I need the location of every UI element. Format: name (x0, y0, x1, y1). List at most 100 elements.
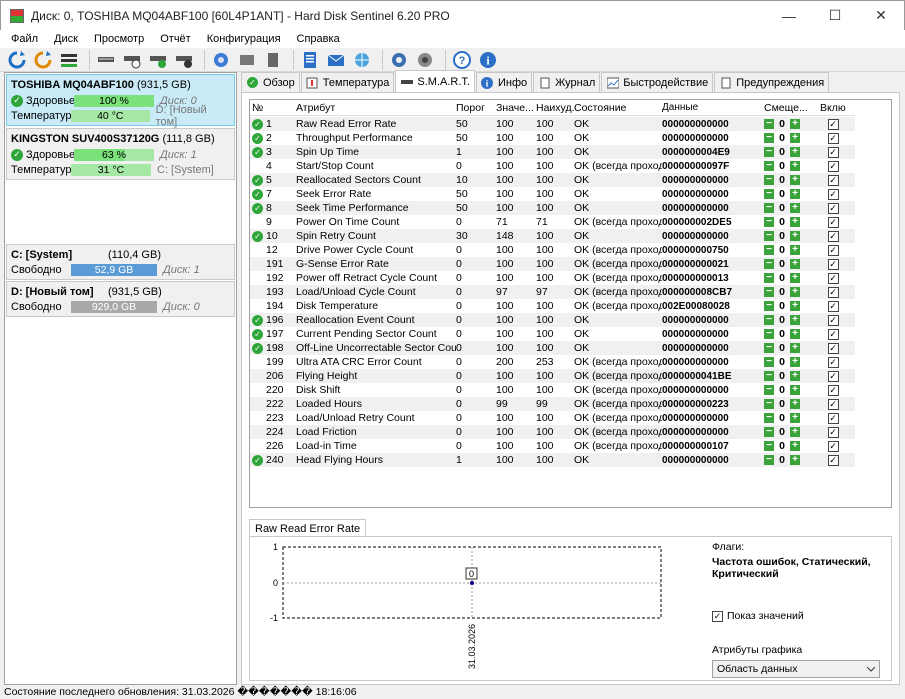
offset-plus-button[interactable]: + (790, 287, 800, 297)
enabled-checkbox[interactable]: ✓ (827, 370, 839, 382)
network-icon[interactable] (351, 49, 373, 71)
table-row[interactable]: ✓ 5 Reallocated Sectors Count 10 100 100 OK 000… (250, 173, 855, 187)
table-row[interactable]: ✓ 240 Head Flying Hours 1 100 100 OK 0000000000… (250, 453, 855, 467)
offset-minus-button[interactable]: − (764, 161, 774, 171)
offset-plus-button[interactable]: + (790, 147, 800, 157)
table-row[interactable]: 4 Start/Stop Count 0 100 100 OK (всегда прохо… (250, 159, 855, 173)
enabled-checkbox[interactable]: ✓ (827, 132, 839, 144)
enabled-checkbox[interactable]: ✓ (827, 244, 839, 256)
disk-card[interactable]: TOSHIBA MQ04ABF100 (931,5 GB) ✓ Здоровье… (6, 74, 235, 128)
offset-minus-button[interactable]: − (764, 399, 774, 409)
table-row[interactable]: 206 Flying Height 0 100 100 OK (всегда проход… (250, 369, 855, 383)
offset-minus-button[interactable]: − (764, 189, 774, 199)
offset-minus-button[interactable]: − (764, 175, 774, 185)
table-row[interactable]: 9 Power On Time Count 0 71 71 OK (всегда прох… (250, 215, 855, 229)
table-row[interactable]: ✓ 7 Seek Error Rate 50 100 100 OK 000000000000−… (250, 187, 855, 201)
col-number[interactable]: № (250, 102, 296, 114)
menu-disk[interactable]: Диск (46, 33, 86, 45)
sound-icon[interactable] (414, 49, 436, 71)
enabled-checkbox[interactable]: ✓ (827, 356, 839, 368)
enabled-checkbox[interactable]: ✓ (827, 188, 839, 200)
close-button[interactable]: ✕ (858, 1, 904, 31)
offset-plus-button[interactable]: + (790, 329, 800, 339)
graph-tab[interactable]: Raw Read Error Rate (249, 519, 367, 537)
offset-plus-button[interactable]: + (790, 427, 800, 437)
enabled-checkbox[interactable]: ✓ (827, 314, 839, 326)
offset-minus-button[interactable]: − (764, 371, 774, 381)
offset-plus-button[interactable]: + (790, 399, 800, 409)
offset-plus-button[interactable]: + (790, 371, 800, 381)
offset-minus-button[interactable]: − (764, 147, 774, 157)
disk-icon[interactable] (95, 49, 117, 71)
offset-plus-button[interactable]: + (790, 455, 800, 465)
offset-plus-button[interactable]: + (790, 133, 800, 143)
menu-view[interactable]: Просмотр (86, 33, 152, 45)
offset-minus-button[interactable]: − (764, 357, 774, 367)
settings-icon[interactable] (388, 49, 410, 71)
enabled-checkbox[interactable]: ✓ (827, 454, 839, 466)
table-row[interactable]: ✓ 197 Current Pending Sector Count 0 100 100 O… (250, 327, 855, 341)
table-row[interactable]: ✓ 198 Off-Line Uncorrectable Sector Count 0… (250, 341, 855, 355)
col-attribute[interactable]: Атрибут (296, 102, 456, 114)
table-row[interactable]: 194 Disk Temperature 0 100 100 OK (всегда про… (250, 299, 855, 313)
table-row[interactable]: 222 Loaded Hours 0 99 99 OK (всегда проходит)… (250, 397, 855, 411)
refresh-all-icon[interactable] (32, 49, 54, 71)
offset-plus-button[interactable]: + (790, 161, 800, 171)
col-offset[interactable]: Смеще... (764, 102, 820, 114)
offset-plus-button[interactable]: + (790, 245, 800, 255)
table-row[interactable]: ✓ 8 Seek Time Performance 50 100 100 OK 0000000… (250, 201, 855, 215)
disk-check-icon[interactable] (147, 49, 169, 71)
tab-log[interactable]: Журнал (533, 72, 601, 92)
offset-minus-button[interactable]: − (764, 329, 774, 339)
offset-minus-button[interactable]: − (764, 455, 774, 465)
disk-card[interactable]: KINGSTON SUV400S37120G (111,8 GB) ✓ Здор… (6, 128, 235, 180)
table-row[interactable]: 192 Power off Retract Cycle Count 0 100 100 O… (250, 271, 855, 285)
offset-plus-button[interactable]: + (790, 259, 800, 269)
enabled-checkbox[interactable]: ✓ (827, 272, 839, 284)
tab-smart[interactable]: S.M.A.R.T. (395, 70, 475, 92)
table-row[interactable]: 224 Load Friction 0 100 100 OK (всегда проход… (250, 425, 855, 439)
disk-list-icon[interactable] (58, 49, 80, 71)
enabled-checkbox[interactable]: ✓ (827, 426, 839, 438)
col-data[interactable]: Данные (662, 102, 764, 113)
enabled-checkbox[interactable]: ✓ (827, 202, 839, 214)
enabled-checkbox[interactable]: ✓ (827, 440, 839, 452)
hdd-info-icon[interactable] (210, 49, 232, 71)
offset-minus-button[interactable]: − (764, 273, 774, 283)
tab-warnings[interactable]: Предупреждения (714, 72, 830, 92)
offset-minus-button[interactable]: − (764, 385, 774, 395)
minimize-button[interactable]: — (766, 1, 812, 31)
offset-minus-button[interactable]: − (764, 231, 774, 241)
enabled-checkbox[interactable]: ✓ (827, 412, 839, 424)
offset-plus-button[interactable]: + (790, 413, 800, 423)
enabled-checkbox[interactable]: ✓ (827, 328, 839, 340)
offset-plus-button[interactable]: + (790, 231, 800, 241)
table-row[interactable]: ✓ 10 Spin Retry Count 30 148 100 OK 00000000000… (250, 229, 855, 243)
chart-attributes-select[interactable]: Область данных (712, 660, 880, 678)
offset-plus-button[interactable]: + (790, 273, 800, 283)
offset-minus-button[interactable]: − (764, 133, 774, 143)
offset-minus-button[interactable]: − (764, 119, 774, 129)
offset-plus-button[interactable]: + (790, 301, 800, 311)
hdd-tools-icon[interactable] (236, 49, 258, 71)
disk-schedule-icon[interactable] (121, 49, 143, 71)
info-icon[interactable]: i (477, 49, 499, 71)
menu-file[interactable]: Файл (3, 33, 46, 45)
offset-plus-button[interactable]: + (790, 119, 800, 129)
col-enabled[interactable]: Вклю... (820, 102, 846, 114)
tab-info[interactable]: i Инфо (475, 72, 533, 92)
enabled-checkbox[interactable]: ✓ (827, 118, 839, 130)
offset-plus-button[interactable]: + (790, 385, 800, 395)
offset-minus-button[interactable]: − (764, 441, 774, 451)
tab-performance[interactable]: Быстродействие (601, 72, 714, 92)
enabled-checkbox[interactable]: ✓ (827, 230, 839, 242)
col-state[interactable]: Состояние (574, 102, 662, 114)
table-row[interactable]: 223 Load/Unload Retry Count 0 100 100 OK (все… (250, 411, 855, 425)
volume-card[interactable]: C: [System] (110,4 GB) Свободно 52,9 GB … (6, 244, 235, 280)
menu-report[interactable]: Отчёт (152, 33, 198, 45)
enabled-checkbox[interactable]: ✓ (827, 286, 839, 298)
email-icon[interactable] (325, 49, 347, 71)
maximize-button[interactable]: ☐ (812, 1, 858, 31)
enabled-checkbox[interactable]: ✓ (827, 160, 839, 172)
table-row[interactable]: 226 Load-in Time 0 100 100 OK (всегда проходи… (250, 439, 855, 453)
